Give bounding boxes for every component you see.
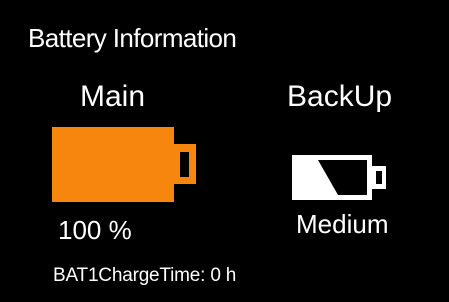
charge-time-value: 0 h [210,265,237,286]
main-battery-label: Main [80,80,146,113]
battery-information-panel: Battery Information Main BackUp 100 % Me… [8,9,441,295]
main-battery-percent: 100 % [58,215,132,245]
main-battery-body [52,127,174,202]
backup-battery-level: Medium [296,209,389,239]
charge-time-label: BAT1ChargeTime: [53,265,206,286]
backup-battery-terminal-inner [376,171,382,184]
charge-time-readout: BAT1ChargeTime: 0 h [53,265,236,287]
main-battery-terminal-inner [180,152,189,177]
backup-battery-label: BackUp [287,80,393,113]
panel-title: Battery Information [28,23,237,53]
main-battery-icon [52,127,196,202]
backup-battery-icon [292,155,386,200]
